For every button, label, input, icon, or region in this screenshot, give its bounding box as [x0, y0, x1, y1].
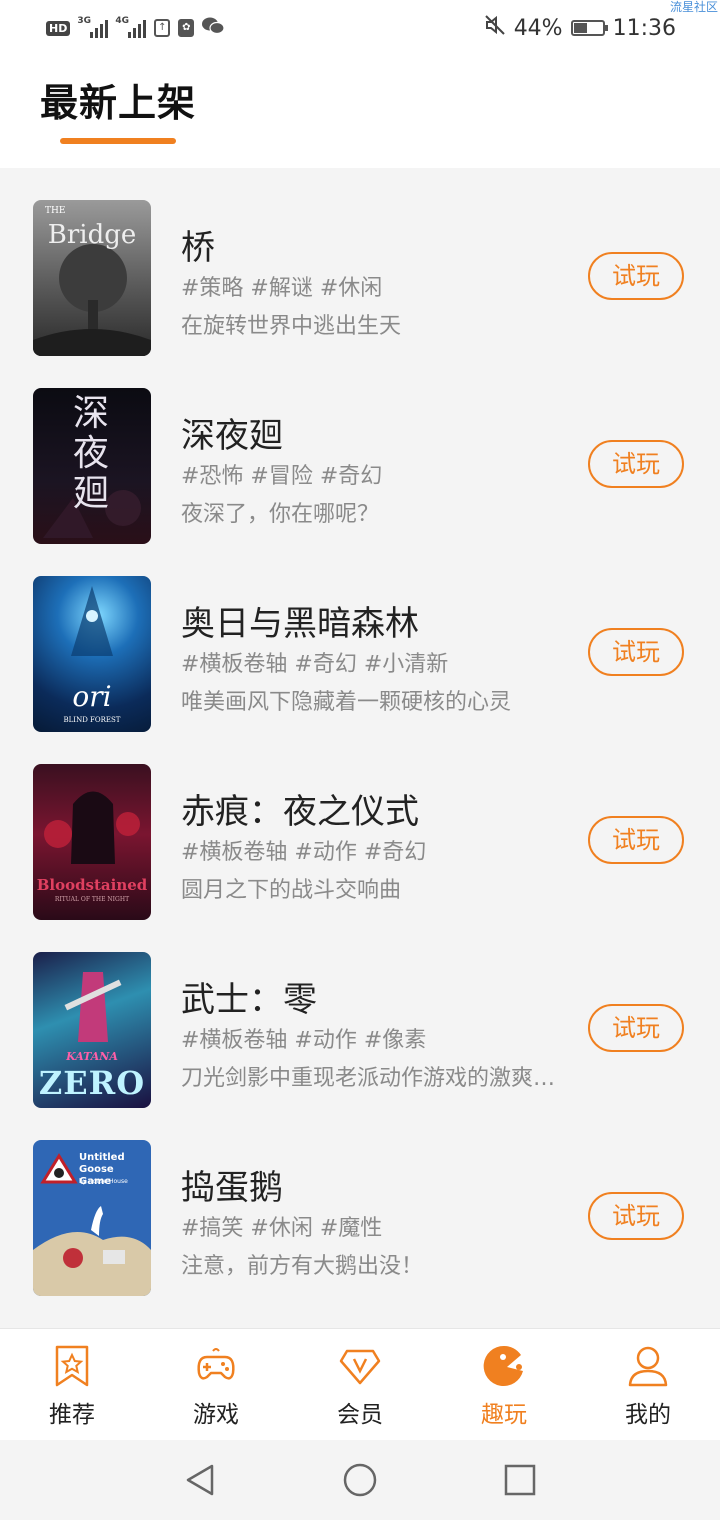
huawei-icon: ✿: [178, 19, 195, 37]
cover-small-text: RITUAL OF THE NIGHT: [54, 896, 130, 903]
nav-label: 推荐: [49, 1402, 95, 1428]
nav-item-profile[interactable]: 我的: [576, 1329, 720, 1441]
cover-title-text: Bloodstained: [36, 876, 148, 894]
trial-button[interactable]: 试玩: [588, 1192, 684, 1240]
cover-title-text: ori: [72, 680, 112, 713]
recents-icon[interactable]: [500, 1460, 540, 1500]
game-tags: #恐怖 #冒险 #奇幻: [181, 464, 383, 489]
game-item[interactable]: ori BLIND FOREST 奥日与黑暗森林 #横板卷轴 #奇幻 #小清新 …: [0, 544, 720, 732]
back-icon[interactable]: [180, 1460, 220, 1500]
game-description: 注意，前方有大鹅出没！: [181, 1254, 424, 1279]
game-cover[interactable]: THE Bridge: [33, 200, 151, 356]
cover-small-text: BLIND FOREST: [63, 716, 121, 724]
cover-title-text: 深夜廻: [72, 393, 109, 514]
title-underline: [60, 138, 176, 144]
game-cover[interactable]: Untitled Goose Game by House House: [33, 1140, 151, 1296]
game-description: 唯美画风下隐藏着一颗硬核的心灵: [181, 690, 512, 715]
pacman-icon: [483, 1345, 523, 1386]
trial-button[interactable]: 试玩: [588, 252, 684, 300]
hd-icon: HD: [46, 20, 71, 36]
game-description: 刀光剑影中重现老派动作游戏的激爽…: [181, 1066, 556, 1091]
battery-percent: 44%: [513, 15, 563, 41]
signal-4g-icon: 4G: [115, 16, 147, 38]
cover-title-text: Bridge: [47, 220, 137, 250]
game-cover[interactable]: KATANA ZERO: [33, 952, 151, 1108]
system-nav-bar: [0, 1440, 720, 1520]
user-icon: [628, 1346, 668, 1387]
nav-label: 游戏: [193, 1402, 239, 1428]
bookmark-star-icon: [55, 1345, 89, 1387]
game-cover[interactable]: 深夜廻: [33, 388, 151, 544]
signal-3g-icon: 3G: [77, 16, 109, 38]
nav-item-member[interactable]: 会员: [288, 1329, 432, 1441]
game-name: 桥: [181, 228, 215, 268]
trial-button[interactable]: 试玩: [588, 440, 684, 488]
bottom-nav: 推荐 游戏 会员 趣玩 我的: [0, 1328, 720, 1441]
wechat-icon: [202, 16, 225, 40]
game-name: 奥日与黑暗森林: [181, 604, 419, 644]
mute-icon: [484, 14, 506, 42]
page-header: 最新上架: [0, 58, 720, 168]
game-description: 夜深了，你在哪呢？: [181, 502, 380, 527]
battery-icon: [570, 20, 608, 36]
game-tags: #搞笑 #休闲 #魔性: [181, 1216, 383, 1241]
status-bar: 流星社区 HD 3G 4G ↑ ✿ 44% 11:36: [0, 0, 720, 58]
game-description: 圆月之下的战斗交响曲: [181, 878, 402, 903]
cover-small-text: by House House: [79, 1178, 128, 1185]
game-tags: #策略 #解谜 #休闲: [181, 276, 383, 301]
clock: 11:36: [612, 15, 676, 41]
game-item[interactable]: THE Bridge 桥 #策略 #解谜 #休闲 在旋转世界中逃出生天 试玩: [0, 168, 720, 356]
nav-item-recommend[interactable]: 推荐: [0, 1329, 144, 1441]
nav-item-games[interactable]: 游戏: [144, 1329, 288, 1441]
cover-small-text: KATANA: [66, 1050, 118, 1063]
game-tags: #横板卷轴 #奇幻 #小清新: [181, 652, 449, 677]
game-list[interactable]: THE Bridge 桥 #策略 #解谜 #休闲 在旋转世界中逃出生天 试玩 深…: [0, 168, 720, 1328]
upload-icon: ↑: [154, 19, 171, 37]
watermark: 流星社区: [669, 0, 718, 14]
nav-label: 我的: [625, 1402, 671, 1428]
diamond-v-icon: [339, 1349, 381, 1385]
nav-label: 趣玩: [481, 1402, 527, 1428]
game-tags: #横板卷轴 #动作 #像素: [181, 1028, 427, 1053]
game-name: 武士：零: [181, 980, 317, 1020]
game-tags: #横板卷轴 #动作 #奇幻: [181, 840, 427, 865]
game-cover[interactable]: ori BLIND FOREST: [33, 576, 151, 732]
game-name: 捣蛋鹅: [181, 1168, 283, 1208]
game-name: 赤痕：夜之仪式: [181, 792, 419, 832]
game-item[interactable]: 深夜廻 深夜廻 #恐怖 #冒险 #奇幻 夜深了，你在哪呢？ 试玩: [0, 356, 720, 544]
page-title: 最新上架: [40, 81, 197, 125]
game-item[interactable]: Untitled Goose Game by House House 捣蛋鹅 #…: [0, 1108, 720, 1296]
game-name: 深夜廻: [181, 416, 283, 456]
trial-button[interactable]: 试玩: [588, 816, 684, 864]
game-cover[interactable]: Bloodstained RITUAL OF THE NIGHT: [33, 764, 151, 920]
nav-item-fun[interactable]: 趣玩: [432, 1329, 576, 1441]
home-icon[interactable]: [340, 1460, 380, 1500]
gamepad-icon: [197, 1348, 235, 1380]
game-item[interactable]: Bloodstained RITUAL OF THE NIGHT 赤痕：夜之仪式…: [0, 732, 720, 920]
game-description: 在旋转世界中逃出生天: [181, 314, 402, 339]
trial-button[interactable]: 试玩: [588, 628, 684, 676]
trial-button[interactable]: 试玩: [588, 1004, 684, 1052]
game-item[interactable]: KATANA ZERO 武士：零 #横板卷轴 #动作 #像素 刀光剑影中重现老派…: [0, 920, 720, 1108]
cover-small-text: THE: [45, 206, 66, 216]
cover-title-text: ZERO: [38, 1064, 146, 1102]
nav-label: 会员: [337, 1402, 383, 1428]
